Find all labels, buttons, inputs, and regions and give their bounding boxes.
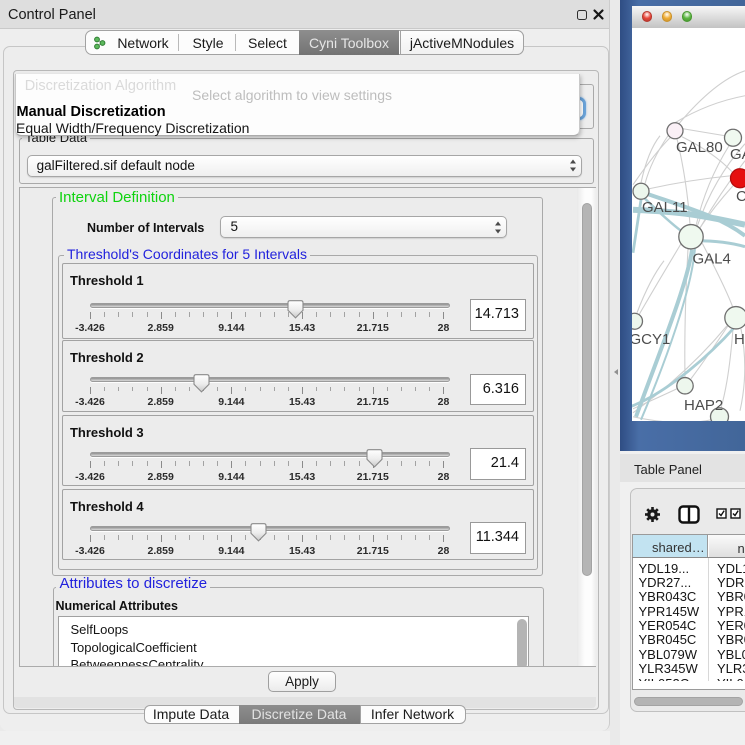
svg-text:GAL11: GAL11	[642, 198, 688, 215]
svg-text:GA: GA	[730, 145, 745, 162]
svg-text:GAL80: GAL80	[676, 138, 723, 155]
svg-text:C: C	[736, 187, 745, 204]
svg-text:GCY1: GCY1	[632, 330, 670, 347]
svg-text:HAP2: HAP2	[684, 396, 723, 413]
svg-text:GAL4: GAL4	[693, 250, 731, 267]
svg-text:H: H	[734, 330, 745, 347]
